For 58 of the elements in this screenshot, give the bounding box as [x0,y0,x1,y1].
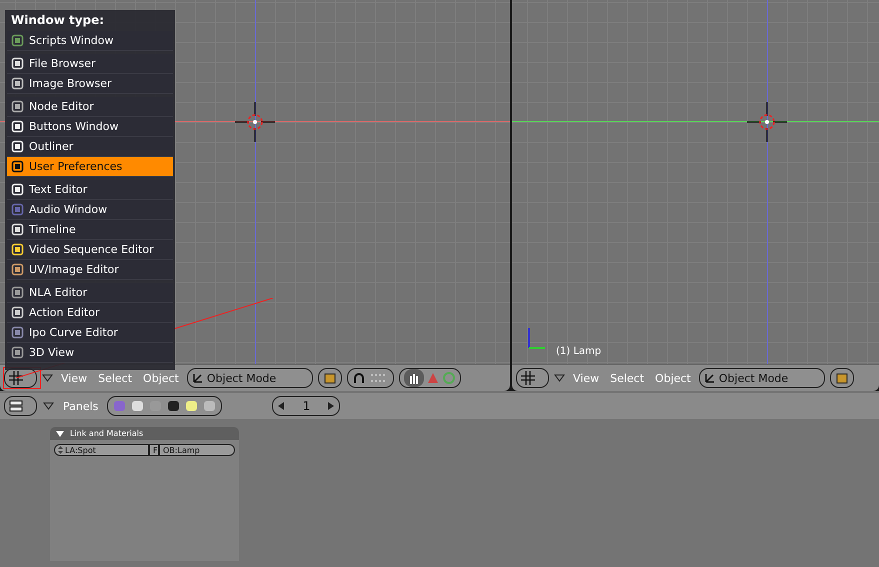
editor-icon [11,160,24,173]
collapse-triangle-icon[interactable] [554,374,565,382]
fake-user-button[interactable]: F [149,444,159,456]
right-arrow-icon [328,402,334,410]
context-icon [112,399,128,413]
window-type-button[interactable] [4,396,37,416]
collapse-triangle-icon[interactable] [42,374,53,382]
axes-icon [192,372,204,384]
panels-label: Panels [62,400,100,412]
horseshoe-icon [352,371,366,385]
ring-icon [442,371,456,385]
editor-icon [11,100,24,113]
object-field[interactable]: OB:Lamp [159,444,235,456]
menu-item[interactable]: 3D View [7,343,173,363]
editor-icon [11,57,24,70]
context-icon [130,399,146,413]
editor-icon [11,77,24,90]
editor-icon [11,263,24,276]
editor-icon [11,223,24,236]
editor-icon [11,326,24,339]
context-buttons[interactable] [107,396,222,416]
window-type-button[interactable] [516,368,549,388]
editor-icon [11,306,24,319]
editor-icon [11,34,24,47]
mode-dropdown[interactable]: Object Mode [698,368,825,388]
panel-header: Link and Materials [50,427,239,440]
menu-item[interactable]: User Preferences [7,157,173,177]
datablock-field[interactable]: LA:Spot [54,444,149,456]
buttons-window-icon [9,399,23,413]
editor-icon [11,346,24,359]
context-icon [166,399,182,413]
expand-triangle-icon[interactable] [56,430,64,438]
up-down-arrows-icon [58,446,63,454]
editor-icon [11,243,24,256]
pivot-button[interactable] [346,368,394,388]
axis-gizmo-icon [526,326,548,352]
context-icon [202,399,218,413]
triangle-icon [426,372,439,384]
draw-type-button[interactable] [830,368,854,388]
manipulator-toggle[interactable] [398,368,461,388]
lamp-crosshair-icon [235,102,275,142]
grid-icon [521,371,535,385]
grid-icon [9,371,23,385]
draw-type-button[interactable] [318,368,342,388]
object-label: (1) Lamp [556,346,602,357]
mode-dropdown[interactable]: Object Mode [186,368,313,388]
editor-icon [11,203,24,216]
editor-icon [11,140,24,153]
axes-icon [704,372,716,384]
editor-icon [11,286,24,299]
editor-icon [11,183,24,196]
frame-number-field[interactable]: 1 [272,396,340,416]
menu-title: Window type: [10,13,106,29]
context-icon [184,399,200,413]
collapse-triangle-icon[interactable] [43,402,54,410]
lamp-crosshair-icon [747,102,787,142]
left-arrow-icon [278,402,284,410]
editor-icon [11,120,24,133]
